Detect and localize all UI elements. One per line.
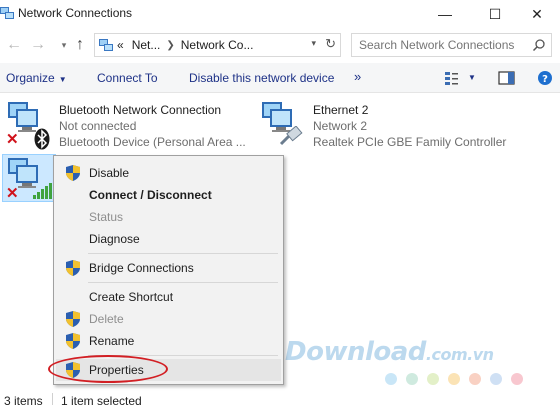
connect-to-button[interactable]: Connect To (97, 71, 158, 85)
search-input[interactable] (359, 38, 524, 52)
maximize-icon: ☐ (488, 5, 502, 22)
menu-item-status[interactable]: Status (56, 206, 281, 228)
title-bar: Network Connections — ☐ ✕ (0, 0, 560, 28)
window-title: Network Connections (18, 6, 133, 20)
ethernet-cable-icon (279, 126, 303, 146)
maximize-button[interactable]: ☐ (472, 0, 518, 28)
highlight-oval-annotation (48, 355, 168, 383)
watermark-dot (448, 373, 460, 385)
forward-button[interactable]: → (28, 35, 48, 55)
chevron-down-icon: ▾ (61, 39, 67, 50)
breadcrumb-network-connections[interactable]: Network Co... (181, 38, 254, 52)
menu-item-diagnose[interactable]: Diagnose (56, 228, 281, 250)
menu-item-label: Diagnose (89, 232, 140, 246)
breadcrumb-separator-icon[interactable]: ❯ (166, 40, 174, 51)
ethernet-connection-item[interactable]: Ethernet 2 Network 2 Realtek PCIe GBE Fa… (255, 94, 555, 154)
command-bar: Organize ▼ Connect To Disable this networ… (0, 63, 560, 93)
dropdown-arrow-icon: ▼ (58, 75, 67, 84)
close-button[interactable]: ✕ (514, 0, 560, 28)
back-button[interactable]: ← (4, 35, 24, 55)
change-view-icon[interactable] (442, 69, 462, 87)
connection-name: Ethernet 2 (313, 103, 369, 117)
menu-separator (88, 253, 278, 254)
menu-item-label: Status (89, 210, 124, 224)
connection-status: Network 2 (313, 119, 368, 133)
wifi-connection-item-selected[interactable]: ✕ (2, 154, 56, 202)
disable-network-device-button[interactable]: Disable this network device (189, 71, 334, 85)
menu-item-label: Disable (89, 166, 130, 180)
uac-shield-icon (66, 260, 80, 276)
menu-item-bridge-connections[interactable]: Bridge Connections (56, 257, 281, 279)
menu-item-disable[interactable]: Disable (56, 162, 281, 184)
menu-item-create-shortcut[interactable]: Create Shortcut (56, 286, 281, 308)
menu-item-label: Create Shortcut (89, 290, 174, 304)
uac-shield-icon (66, 165, 80, 181)
organize-label: Organize (6, 71, 55, 85)
connection-device: Realtek PCIe GBE Family Controller (313, 135, 507, 149)
menu-item-label: Rename (89, 334, 135, 348)
disconnected-x-icon: ✕ (6, 185, 19, 202)
menu-item-connect-disconnect[interactable]: Connect / Disconnect (56, 184, 281, 206)
forward-arrow-icon: → (30, 36, 46, 53)
menu-item-delete[interactable]: Delete (56, 308, 281, 330)
watermark-dot (511, 373, 523, 385)
status-bar: 3 items 1 item selected (0, 390, 560, 407)
search-icon[interactable] (532, 38, 546, 52)
connection-device: Bluetooth Device (Personal Area ... (59, 135, 246, 149)
menu-item-label: Bridge Connections (89, 261, 194, 275)
bluetooth-connection-item[interactable]: ✕ Bluetooth Network Connection Not conne… (0, 94, 250, 154)
menu-item-label: Delete (89, 312, 124, 326)
address-row: ← → ▾ ↑ « Net... ❯ Network Co... ▾ ↻ (0, 32, 560, 58)
address-bar[interactable]: « Net... ❯ Network Co... ▾ ↻ (94, 33, 341, 57)
watermark-dot (490, 373, 502, 385)
menu-separator (88, 282, 278, 283)
uac-shield-icon (66, 333, 80, 349)
bluetooth-icon (34, 128, 50, 150)
preview-pane-icon[interactable] (497, 69, 517, 87)
network-connections-window: Network Connections — ☐ ✕ ← → ▾ ↑ « Net.… (0, 0, 560, 407)
watermark-domain: .com.vn (425, 345, 494, 364)
menu-item-rename[interactable]: Rename (56, 330, 281, 352)
watermark-dot (385, 373, 397, 385)
network-folder-icon (0, 7, 14, 19)
context-menu: Disable Connect / Disconnect Status Diag… (53, 155, 284, 385)
selection-count: 1 item selected (61, 394, 142, 407)
close-icon: ✕ (531, 5, 543, 22)
watermark-brand: Download (285, 337, 426, 367)
help-icon[interactable]: ? (535, 69, 555, 87)
connection-status: Not connected (59, 119, 137, 133)
minimize-icon: — (438, 6, 452, 22)
watermark-dot (427, 373, 439, 385)
more-commands-button[interactable]: » (354, 69, 361, 84)
back-arrow-icon: ← (6, 36, 22, 53)
item-count: 3 items (4, 394, 43, 407)
wifi-signal-icon (33, 183, 52, 199)
organize-menu[interactable]: Organize ▼ (6, 71, 67, 85)
breadcrumb-net[interactable]: Net... (132, 38, 161, 52)
connection-name: Bluetooth Network Connection (59, 103, 222, 117)
uac-shield-icon (66, 311, 80, 327)
address-dropdown-icon[interactable]: ▾ (311, 38, 316, 49)
disconnected-x-icon: ✕ (6, 131, 19, 148)
search-box[interactable] (351, 33, 552, 57)
watermark-dots (385, 373, 523, 385)
minimize-button[interactable]: — (422, 0, 468, 28)
refresh-icon[interactable]: ↻ (325, 36, 336, 52)
up-button[interactable]: ↑ (70, 35, 90, 55)
watermark-dot (469, 373, 481, 385)
up-arrow-icon: ↑ (76, 36, 84, 53)
watermark-dot (406, 373, 418, 385)
download-watermark: Download.com.vn (285, 337, 494, 367)
view-options-dropdown-icon[interactable]: ▼ (468, 73, 476, 82)
network-folder-icon (99, 39, 113, 51)
breadcrumb-overflow[interactable]: « (117, 38, 124, 52)
menu-item-label: Connect / Disconnect (89, 188, 212, 202)
status-divider (52, 393, 53, 405)
svg-text:?: ? (542, 74, 548, 85)
